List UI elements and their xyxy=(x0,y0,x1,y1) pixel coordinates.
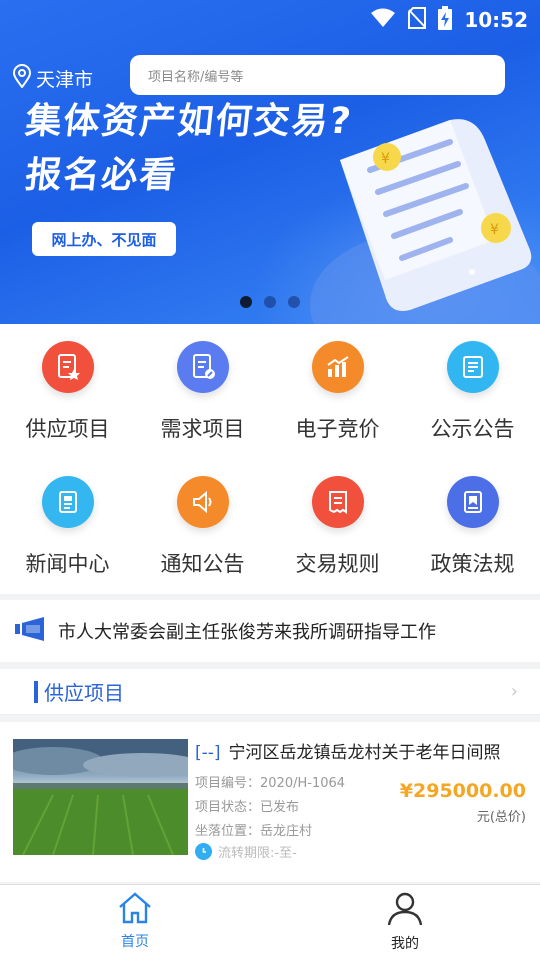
nav-mine-label: 我的 xyxy=(391,936,419,952)
project-period-text: 流转期限:-至- xyxy=(218,846,297,861)
menu-label: 新闻中心 xyxy=(25,552,110,576)
ticker-text: 市人大常委会副主任张俊芳来我所调研指导工作 xyxy=(58,622,436,643)
menu-grid: 供应项目 需求项目 电子竞价 公示公告 新闻中心 通知公告 交易规则 政策法规 xyxy=(0,324,540,594)
project-status-label: 项目状态： xyxy=(195,800,261,815)
project-location: 坐落位置：岳龙庄村 xyxy=(195,820,312,839)
menu-item-notice[interactable]: 通知公告 xyxy=(135,459,270,594)
city-selector[interactable]: 天津市 xyxy=(12,64,93,92)
nav-home-label: 首页 xyxy=(121,934,149,950)
notice-board-icon xyxy=(446,341,499,393)
carousel-dot[interactable] xyxy=(240,296,252,308)
chevron-right-icon[interactable]: › xyxy=(511,681,518,702)
newspaper-icon xyxy=(41,476,94,528)
location-pin-icon xyxy=(12,64,32,92)
receipt-icon xyxy=(311,476,364,528)
document-edit-icon xyxy=(176,341,229,393)
menu-item-policy[interactable]: 政策法规 xyxy=(405,459,540,594)
menu-label: 公示公告 xyxy=(430,417,515,441)
menu-label: 电子竞价 xyxy=(295,417,380,441)
menu-item-news[interactable]: 新闻中心 xyxy=(0,459,135,594)
project-status-value: 已发布 xyxy=(260,800,300,815)
section-header[interactable]: 供应项目 › xyxy=(0,669,540,715)
home-icon xyxy=(117,891,153,929)
project-price-unit: 元(总价) xyxy=(476,810,526,825)
status-time: 10:52 xyxy=(464,8,528,32)
menu-item-bidding[interactable]: 电子竞价 xyxy=(270,324,405,459)
section-title: 供应项目 xyxy=(44,681,124,705)
menu-label: 需求项目 xyxy=(160,417,245,441)
speaker-icon xyxy=(176,476,229,528)
project-price: ¥295000.00 xyxy=(399,780,526,802)
menu-label: 供应项目 xyxy=(25,417,110,441)
banner-pill-button[interactable]: 网上办、不见面 xyxy=(32,222,176,256)
clock-icon xyxy=(195,843,212,860)
status-bar: 10:52 xyxy=(0,0,540,36)
search-input[interactable]: 项目名称/编号等 xyxy=(130,55,505,95)
project-title-text: 宁河区岳龙镇岳龙村关于老年日间照 xyxy=(228,743,501,763)
menu-item-announcement[interactable]: 公示公告 xyxy=(405,324,540,459)
news-ticker[interactable]: 市人大常委会副主任张俊芳来我所调研指导工作 xyxy=(0,600,540,662)
project-period: 流转期限:-至- xyxy=(195,842,297,861)
project-code-value: 2020/H-1064 xyxy=(260,776,346,791)
menu-label: 通知公告 xyxy=(160,552,245,576)
book-icon xyxy=(446,476,499,528)
nav-mine[interactable]: 我的 xyxy=(270,885,540,960)
project-code-label: 项目编号： xyxy=(195,776,261,791)
project-tag: [--] xyxy=(195,743,221,763)
carousel-dot[interactable] xyxy=(264,296,276,308)
wifi-icon xyxy=(370,8,396,32)
project-location-label: 坐落位置： xyxy=(195,824,261,839)
svg-text:¥: ¥ xyxy=(381,151,390,167)
project-title: [--] 宁河区岳龙镇岳龙村关于老年日间照 xyxy=(195,738,501,763)
user-icon xyxy=(386,891,424,931)
chart-up-icon xyxy=(311,341,364,393)
nav-home[interactable]: 首页 xyxy=(0,885,270,960)
menu-item-rules[interactable]: 交易规则 xyxy=(270,459,405,594)
city-name: 天津市 xyxy=(36,68,94,91)
battery-charging-icon xyxy=(438,6,453,34)
svg-text:¥: ¥ xyxy=(490,222,499,238)
bottom-nav: 首页 我的 xyxy=(0,884,540,960)
hero-banner[interactable]: 10:52 天津市 项目名称/编号等 集体资产如何交易? 报名必看 网上办、不见… xyxy=(0,0,540,324)
project-location-value: 岳龙庄村 xyxy=(260,824,313,839)
section-accent-bar xyxy=(34,680,38,703)
menu-item-supply[interactable]: 供应项目 xyxy=(0,324,135,459)
menu-item-demand[interactable]: 需求项目 xyxy=(135,324,270,459)
carousel-dot[interactable] xyxy=(288,296,300,308)
no-sim-icon xyxy=(408,7,427,33)
carousel-dots[interactable] xyxy=(240,296,300,308)
menu-label: 交易规则 xyxy=(295,552,380,576)
search-placeholder: 项目名称/编号等 xyxy=(148,69,244,85)
project-card[interactable]: [--] 宁河区岳龙镇岳龙村关于老年日间照 项目编号：2020/H-1064 项目… xyxy=(0,722,540,882)
menu-label: 政策法规 xyxy=(430,552,515,576)
banner-subtitle: 报名必看 xyxy=(23,155,180,196)
project-thumbnail xyxy=(13,739,188,855)
megaphone-icon xyxy=(14,616,48,646)
document-star-icon xyxy=(41,341,94,393)
project-code: 项目编号：2020/H-1064 xyxy=(195,772,345,791)
document-illustration: ¥ ¥ xyxy=(340,119,532,312)
project-status: 项目状态：已发布 xyxy=(195,796,299,815)
